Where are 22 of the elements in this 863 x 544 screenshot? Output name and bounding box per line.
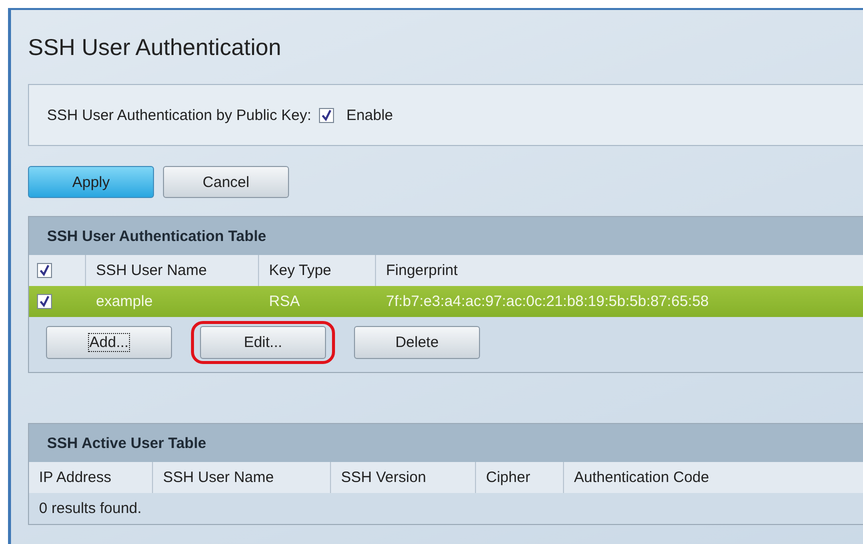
column-header: SSH Version [331,462,476,493]
row-checkbox[interactable] [37,294,52,309]
table-cell: RSA [269,293,300,310]
table-cell: 7f:b7:e3:a4:ac:97:ac:0c:21:b8:19:5b:5b:87:65:58 [386,293,709,310]
column-header: IP Address [29,462,153,493]
delete-button[interactable]: Delete [354,326,480,359]
add-button[interactable]: Add... [46,326,172,359]
column-header: SSH User Name [153,462,331,493]
enable-label: Enable [346,106,394,124]
table-title: SSH User Authentication Table [29,217,863,255]
setting-label: SSH User Authentication by Public Key: [47,106,312,124]
enable-checkbox[interactable] [319,108,334,122]
page-title: SSH User Authentication [28,33,282,60]
apply-button[interactable]: Apply [28,166,154,198]
cancel-button[interactable]: Cancel [163,166,289,198]
column-header: Authentication Code [564,462,863,493]
table-cell: example [96,293,153,310]
edit-button[interactable]: Edit... [200,326,326,359]
table-title: SSH Active User Table [29,424,863,462]
column-header: Cipher [476,462,564,493]
empty-message: 0 results found. [39,500,142,517]
select-all-checkbox[interactable] [37,263,52,278]
